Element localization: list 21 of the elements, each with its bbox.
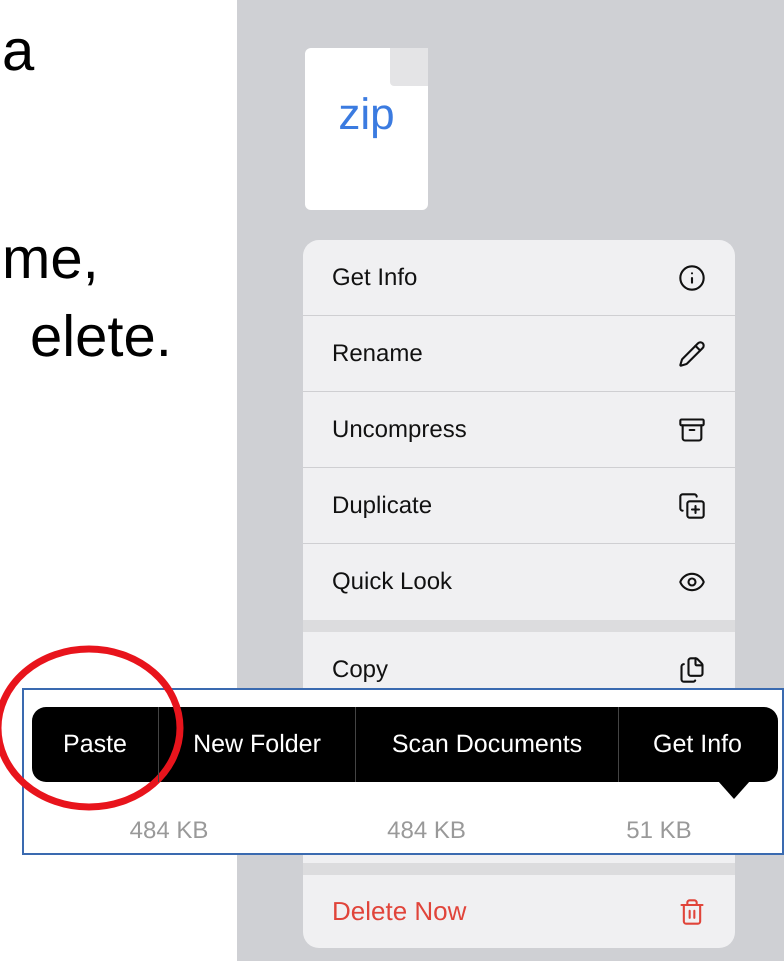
menu-item[interactable]: Get Info <box>303 240 735 316</box>
edit-menu-item[interactable]: Scan Documents <box>355 707 618 782</box>
file-size: 484 KB <box>387 819 466 843</box>
edit-menu-item[interactable]: New Folder <box>158 707 355 782</box>
menu-item[interactable]: Uncompress <box>303 392 735 468</box>
trash-icon <box>678 898 706 926</box>
menu-item[interactable]: Duplicate <box>303 468 735 544</box>
file-size: 484 KB <box>130 819 208 843</box>
archive-box-icon <box>678 416 706 444</box>
duplicate-icon <box>678 492 706 520</box>
slide-text: me, <box>2 230 100 288</box>
file-size: 51 KB <box>626 819 692 843</box>
delete-menu-item[interactable]: Delete Now <box>303 875 735 948</box>
slide-text: a <box>2 22 36 80</box>
pencil-icon <box>678 340 706 368</box>
menu-item[interactable]: Rename <box>303 316 735 392</box>
slide-text: elete. <box>30 308 173 366</box>
menu-item[interactable]: Quick Look <box>303 544 735 620</box>
documents-icon <box>678 656 706 684</box>
info-icon <box>678 264 706 292</box>
zip-file-icon: zip <box>305 48 428 210</box>
